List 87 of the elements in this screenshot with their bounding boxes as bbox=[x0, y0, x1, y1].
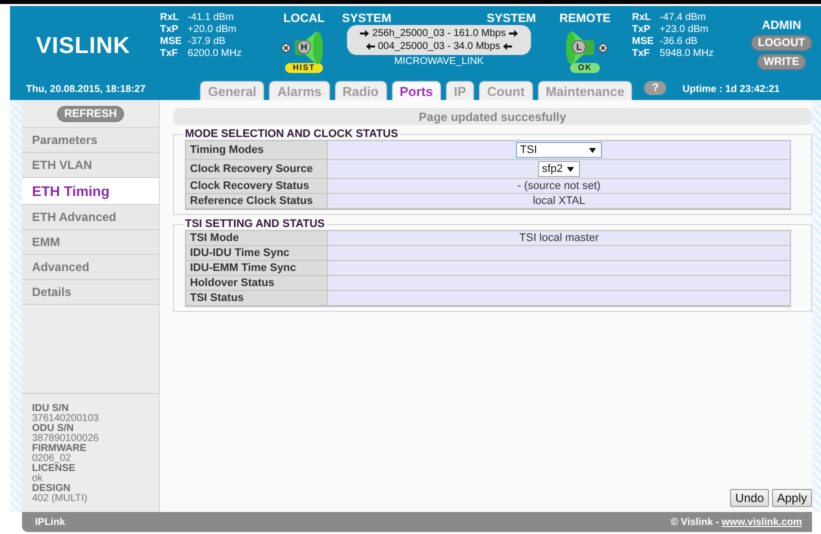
value-cell: local XTAL bbox=[328, 194, 790, 209]
row-label: Reference Clock Status bbox=[186, 194, 328, 209]
nav-tab[interactable]: General bbox=[200, 81, 264, 100]
caret-icon bbox=[567, 166, 574, 172]
dropdown[interactable]: sfp2 bbox=[538, 161, 580, 177]
stat-value: -41.1 dBm bbox=[188, 12, 235, 24]
logout-button[interactable]: LOGOUT bbox=[750, 35, 812, 51]
sidebar-item[interactable]: Advanced bbox=[22, 255, 159, 280]
local-title: REMOTE bbox=[559, 12, 611, 25]
info-value: 387890100026 bbox=[32, 434, 100, 444]
link-rate: 004_25000_03 - 34.0 Mbps bbox=[378, 40, 500, 53]
footer-label: IPLink bbox=[35, 516, 66, 528]
nav-tab[interactable]: Maintenance bbox=[538, 81, 632, 100]
value-cell: - (source not set) bbox=[328, 179, 790, 194]
info-label: LICENSE bbox=[32, 464, 76, 474]
caret-icon bbox=[589, 148, 596, 152]
info-value: 0206_02 bbox=[32, 454, 72, 464]
link-name: MICROWAVE_LINK bbox=[394, 56, 484, 67]
stat-value: 6200.0 MHz bbox=[188, 48, 242, 60]
stat-label: MSE bbox=[160, 36, 182, 48]
stat-value: -37.9 dB bbox=[188, 36, 226, 48]
write-button[interactable]: WRITE bbox=[756, 54, 806, 70]
info-label: DESIGN bbox=[32, 484, 70, 494]
system-title: SYSTEM bbox=[486, 12, 536, 25]
left-arrow-icon bbox=[366, 43, 375, 50]
right-arrow-icon bbox=[360, 30, 370, 37]
nav-tab[interactable]: IP bbox=[446, 81, 474, 100]
nav-tab[interactable]: Ports bbox=[392, 81, 441, 100]
stat-label: TxF bbox=[160, 48, 179, 60]
nav-tab[interactable]: Radio bbox=[334, 81, 387, 100]
stat-label: TxP bbox=[160, 24, 180, 36]
row-label: Timing Modes bbox=[186, 141, 328, 160]
refresh-button[interactable]: REFRESH bbox=[57, 106, 124, 122]
stat-value: 5948.0 MHz bbox=[660, 48, 714, 60]
sidebar-item[interactable]: EMM bbox=[22, 230, 159, 255]
status-badge: OK bbox=[570, 63, 600, 73]
right-arrow-icon bbox=[508, 30, 518, 37]
info-label: FIRMWARE bbox=[32, 444, 88, 454]
sidebar-item[interactable]: Parameters bbox=[22, 128, 159, 153]
stat-value: +23.0 dBm bbox=[660, 24, 710, 36]
row-label: Clock Recovery Status bbox=[186, 179, 328, 194]
copyright-text: © Vislink - www.vislink.com bbox=[670, 516, 802, 528]
date-time: Thu, 20.08.2015, 18:18:27 bbox=[25, 84, 147, 94]
row-label: IDU-IDU Time Sync bbox=[186, 246, 328, 261]
row-label: Clock Recovery Source bbox=[186, 160, 328, 179]
system-title: SYSTEM bbox=[342, 12, 392, 25]
nav-tab[interactable]: Count bbox=[479, 81, 533, 100]
value-cell: TSI local master bbox=[328, 231, 790, 246]
row-label: TSI Status bbox=[186, 291, 328, 306]
nav-tab[interactable]: Alarms bbox=[269, 81, 330, 100]
stat-label: RxL bbox=[160, 12, 180, 24]
apply-button[interactable]: Apply bbox=[772, 489, 812, 507]
info-label: IDU S/N bbox=[32, 404, 70, 414]
info-value: 376140200103 bbox=[32, 414, 100, 424]
info-value: ok bbox=[32, 474, 44, 484]
sidebar-item[interactable]: ETH Timing bbox=[22, 178, 159, 205]
sidebar-item[interactable]: ETH Advanced bbox=[22, 205, 159, 230]
status-badge: HIST bbox=[284, 63, 324, 73]
info-value: 402 (MULTI) bbox=[32, 494, 88, 504]
stat-label: MSE bbox=[632, 36, 654, 48]
undo-button[interactable]: Undo bbox=[730, 489, 769, 507]
uptime: Uptime : 1d 23:42:21 bbox=[682, 84, 780, 94]
section-title: TSI SETTING AND STATUS bbox=[184, 218, 326, 230]
help-button[interactable]: ? bbox=[644, 81, 666, 95]
alarm-icon bbox=[598, 43, 608, 53]
alarm-icon bbox=[281, 43, 291, 53]
stat-label: TxF bbox=[632, 48, 651, 60]
section-title: MODE SELECTION AND CLOCK STATUS bbox=[184, 128, 400, 140]
status-message: Page updated succesfully bbox=[173, 108, 812, 125]
sidebar-item[interactable]: ETH VLAN bbox=[22, 153, 159, 178]
link-rate: 256h_25000_03 - 161.0 Mbps bbox=[372, 27, 506, 40]
stat-value: -36.6 dB bbox=[660, 36, 698, 48]
row-label: IDU-EMM Time Sync bbox=[186, 261, 328, 276]
info-label: ODU S/N bbox=[32, 424, 75, 434]
logo: VISLINK bbox=[35, 31, 132, 59]
local-title: LOCAL bbox=[283, 12, 325, 25]
stat-value: +20.0 dBm bbox=[188, 24, 238, 36]
stat-label: RxL bbox=[632, 12, 652, 24]
stat-label: TxP bbox=[632, 24, 652, 36]
row-label: TSI Mode bbox=[186, 231, 328, 246]
sidebar-item[interactable]: Details bbox=[22, 280, 159, 305]
user-name: ADMIN bbox=[762, 18, 802, 32]
left-arrow-icon bbox=[503, 43, 512, 50]
website-link[interactable]: www.vislink.com bbox=[722, 516, 802, 528]
stat-value: -47.4 dBm bbox=[660, 12, 707, 24]
row-label: Holdover Status bbox=[186, 276, 328, 291]
dropdown[interactable]: TSI bbox=[516, 142, 602, 158]
